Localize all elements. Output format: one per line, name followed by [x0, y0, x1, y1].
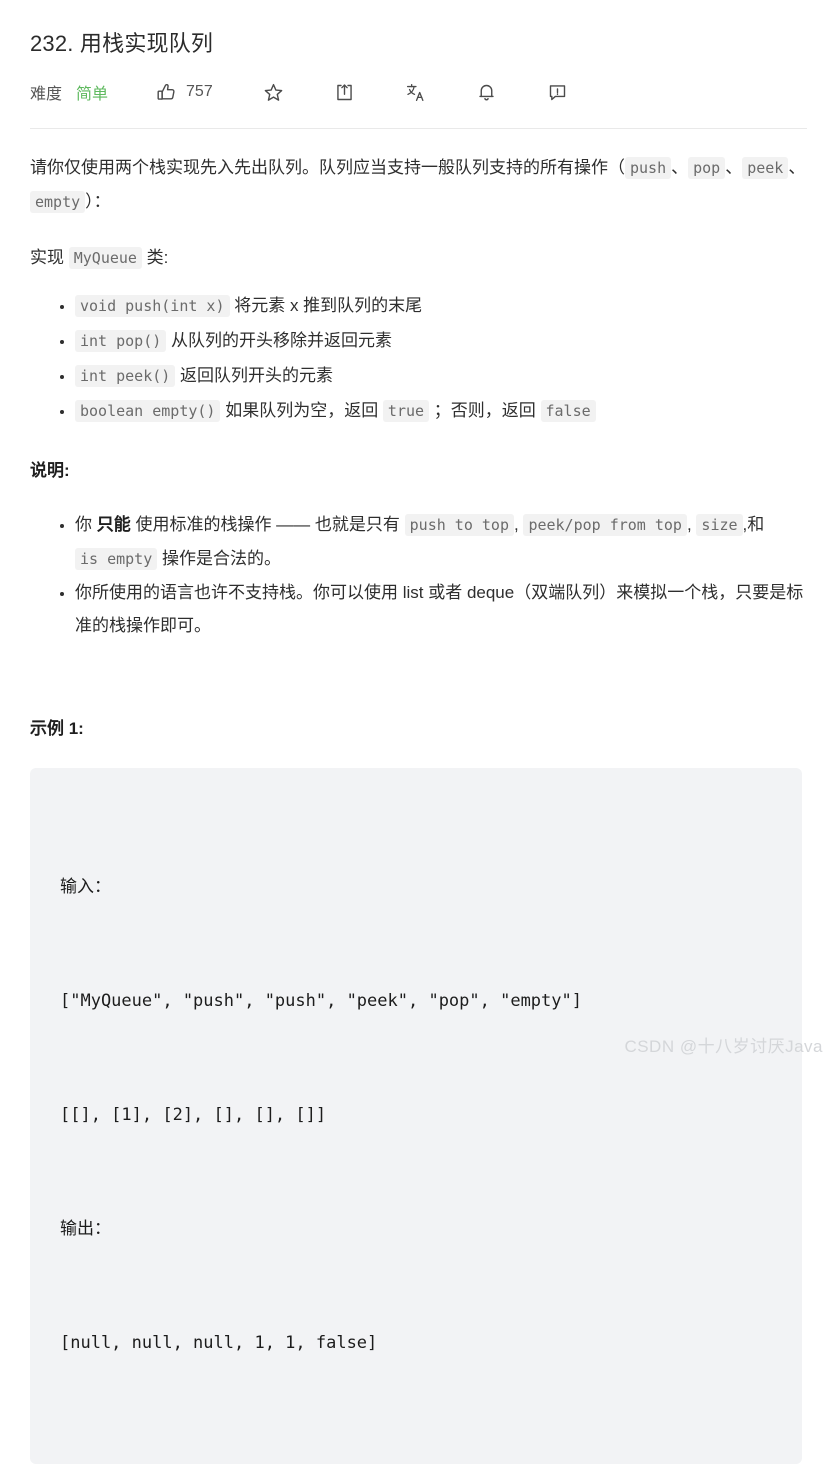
inline-code-pop: pop — [688, 157, 726, 179]
action-icons: 757 — [156, 82, 568, 103]
inline-code-true: true — [382, 400, 430, 422]
desc-p1-text-b: ）： — [85, 192, 111, 211]
inline-code-int-pop: int pop() — [75, 330, 167, 352]
method-desc: 将元素 x 推到队列的末尾 — [229, 296, 423, 315]
translate-icon — [405, 82, 426, 103]
code-line: ["MyQueue", "push", "push", "peek", "pop… — [60, 991, 582, 1011]
example-code-block: 输入： ["MyQueue", "push", "push", "peek", … — [30, 768, 802, 1464]
code-line: 输入： — [60, 877, 111, 897]
list-item: void push(int x) 将元素 x 推到队列的末尾 — [75, 289, 807, 323]
desc-p2-text-a: 实现 — [30, 248, 69, 267]
feedback-button[interactable] — [547, 82, 568, 103]
method-desc-b: ；否则，返回 — [429, 401, 541, 420]
note1-text-f: 操作是合法的。 — [157, 549, 281, 568]
desc-p1-sep-3: 、 — [788, 158, 806, 177]
desc-p1-text-a: 请你仅使用两个栈实现先入先出队列。队列应当支持一般队列支持的所有操作（ — [30, 158, 625, 177]
description-paragraph-1: 请你仅使用两个栈实现先入先出队列。队列应当支持一般队列支持的所有操作（ push、… — [30, 151, 807, 219]
list-item: 你所使用的语言也许不支持栈。你可以使用 list 或者 deque（双端队列）来… — [75, 576, 807, 642]
method-desc: 返回队列开头的元素 — [175, 366, 334, 385]
inline-code-int-peek: int peek() — [75, 365, 176, 387]
notes-heading: 说明: — [30, 461, 70, 480]
list-item: boolean empty() 如果队列为空，返回 true ；否则，返回 fa… — [75, 394, 807, 428]
like-count: 757 — [186, 83, 213, 100]
feedback-icon — [547, 82, 568, 103]
translate-button[interactable] — [405, 82, 426, 103]
list-item: 你 只能 使用标准的栈操作 —— 也就是只有 push to top, peek… — [75, 508, 807, 576]
inline-code-push-to-top: push to top — [404, 514, 514, 536]
inline-code-push: push — [625, 157, 672, 179]
description-paragraph-2: 实现 MyQueue 类: — [30, 241, 807, 275]
problem-meta-row: 难度 简单 757 — [30, 70, 807, 114]
inline-code-boolean-empty: boolean empty() — [75, 400, 221, 422]
example-heading: 示例 1: — [30, 719, 84, 738]
desc-p2-text-b: 类: — [141, 248, 169, 267]
notification-button[interactable] — [476, 82, 497, 103]
inline-code-peek-pop-from-top: peek/pop from top — [523, 514, 687, 536]
inline-code-myqueue: MyQueue — [68, 247, 142, 269]
desc-p1-sep-1: 、 — [671, 158, 689, 177]
share-button[interactable] — [334, 82, 355, 103]
inline-code-void-push: void push(int x) — [75, 295, 230, 317]
share-icon — [334, 82, 355, 103]
method-list: void push(int x) 将元素 x 推到队列的末尾 int pop()… — [30, 289, 807, 428]
inline-code-false: false — [540, 400, 596, 422]
inline-code-peek: peek — [742, 157, 789, 179]
notes-list: 你 只能 使用标准的栈操作 —— 也就是只有 push to top, peek… — [30, 508, 807, 642]
note1-text-d: , — [686, 515, 697, 534]
difficulty-label: 难度 — [30, 86, 63, 103]
method-desc-a: 如果队列为空，返回 — [220, 401, 383, 420]
like-button[interactable]: 757 — [156, 82, 213, 103]
list-item: int peek() 返回队列开头的元素 — [75, 359, 807, 393]
method-desc: 从队列的开头移除并返回元素 — [166, 331, 393, 350]
bell-icon — [476, 82, 497, 103]
problem-content: 请你仅使用两个栈实现先入先出队列。队列应当支持一般队列支持的所有操作（ push、… — [30, 129, 807, 1464]
note1-text-a: 你 — [75, 515, 97, 534]
page-title: 232. 用栈实现队列 — [30, 31, 214, 56]
desc-p1-sep-2: 、 — [725, 158, 743, 177]
favorite-button[interactable] — [263, 82, 284, 103]
code-line: 输出： — [60, 1219, 111, 1239]
note1-strong: 只能 — [96, 515, 131, 534]
star-icon — [263, 82, 284, 103]
inline-code-is-empty: is empty — [75, 548, 158, 570]
code-line: [[], [1], [2], [], [], []] — [60, 1105, 327, 1125]
problem-page: 232. 用栈实现队列 难度 简单 757 请你仅使用两个栈实现先入先出队列。队… — [0, 0, 837, 1464]
thumbs-up-icon — [156, 82, 177, 103]
note1-text-e: ,和 — [742, 515, 765, 534]
code-line: [null, null, null, 1, 1, false] — [60, 1333, 378, 1353]
inline-code-size: size — [696, 514, 743, 536]
note1-text-b: 使用标准的栈操作 —— 也就是只有 — [130, 515, 405, 534]
list-item: int pop() 从队列的开头移除并返回元素 — [75, 324, 807, 358]
inline-code-empty: empty — [30, 191, 86, 213]
difficulty-value: 简单 — [76, 86, 109, 103]
